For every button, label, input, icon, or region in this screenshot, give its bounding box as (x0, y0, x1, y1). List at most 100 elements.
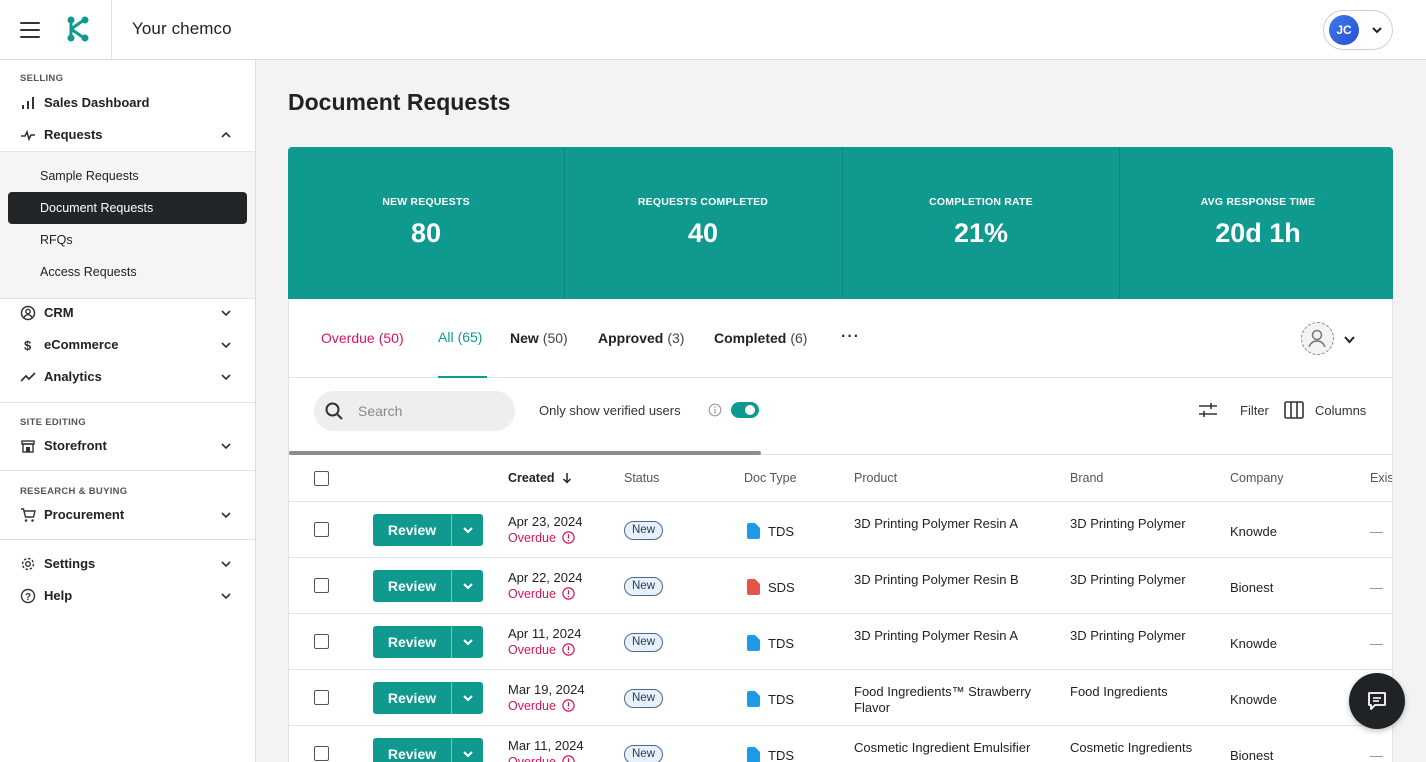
product-name[interactable]: 3D Printing Polymer Resin B (854, 572, 1044, 588)
stat-value: 20d 1h (1215, 218, 1301, 248)
sidebar-item-requests[interactable]: Requests (0, 120, 255, 150)
stat-completion-rate: COMPLETION RATE 21% (843, 147, 1119, 299)
row-checkbox[interactable] (314, 522, 329, 537)
product-name[interactable]: Cosmetic Ingredient Emulsifier (854, 740, 1044, 756)
created-date: Apr 22, 2024 (508, 570, 583, 585)
table-row[interactable]: Review Mar 11, 2024 Overdue New TDS Cosmetic … (289, 726, 1392, 762)
table-row[interactable]: Review Apr 23, 2024 Overdue New TDS 3D Printi… (289, 502, 1392, 558)
review-dropdown-button[interactable] (451, 626, 483, 658)
info-icon[interactable] (708, 403, 722, 417)
top-divider (111, 0, 112, 59)
tab-approved[interactable]: Approved (3) (598, 330, 684, 346)
sidebar-item-analytics[interactable]: Analytics (0, 362, 255, 392)
sidebar-item-sales-dashboard[interactable]: Sales Dashboard (0, 88, 255, 118)
review-button[interactable]: Review (373, 682, 451, 714)
select-all-checkbox[interactable] (314, 471, 329, 486)
sidebar-subitem-sample-requests[interactable]: Sample Requests (8, 160, 247, 192)
verified-users-toggle[interactable] (731, 402, 759, 418)
product-name[interactable]: 3D Printing Polymer Resin A (854, 628, 1044, 644)
section-label-research-buying: RESEARCH & BUYING (20, 486, 128, 497)
tab-completed[interactable]: Completed (6) (714, 330, 807, 346)
sidebar-item-settings[interactable]: Settings (0, 549, 255, 579)
row-checkbox[interactable] (314, 634, 329, 649)
chat-button[interactable] (1349, 673, 1405, 729)
top-bar: Your chemco JC (0, 0, 1426, 60)
sidebar-item-label: CRM (44, 305, 74, 320)
chevron-down-icon (463, 527, 473, 534)
review-button[interactable]: Review (373, 626, 451, 658)
review-dropdown-button[interactable] (451, 682, 483, 714)
search-input[interactable] (358, 401, 508, 421)
sidebar-item-label: Sales Dashboard (44, 95, 150, 110)
document-icon (747, 635, 760, 651)
company-name: Knowde (1230, 692, 1277, 707)
section-label-selling: SELLING (20, 73, 64, 84)
table-row[interactable]: Review Apr 22, 2024 Overdue New SDS 3D Printi… (289, 558, 1392, 614)
sidebar-item-help[interactable]: ? Help (0, 581, 255, 611)
subitem-label: Sample Requests (40, 169, 139, 183)
hamburger-menu-icon[interactable] (20, 22, 40, 38)
stat-label: NEW REQUESTS (382, 196, 470, 208)
overdue-label: Overdue (508, 643, 575, 657)
overdue-text: Overdue (508, 587, 556, 601)
tab-all[interactable]: All (65) (438, 329, 482, 345)
chevron-down-icon (221, 374, 231, 381)
column-header-company[interactable]: Company (1230, 471, 1284, 485)
sidebar-divider (0, 470, 255, 471)
tab-name: New (510, 330, 539, 346)
tab-count: (65) (457, 329, 483, 345)
more-tabs-button[interactable]: ··· (841, 328, 860, 346)
chevron-up-icon (221, 131, 231, 138)
alert-circle-icon (562, 531, 575, 544)
review-button[interactable]: Review (373, 514, 451, 546)
column-header-created[interactable]: Created (508, 471, 573, 485)
row-checkbox[interactable] (314, 690, 329, 705)
row-checkbox[interactable] (314, 578, 329, 593)
column-header-product[interactable]: Product (854, 471, 897, 485)
chevron-down-icon (221, 443, 231, 450)
sidebar-item-procurement[interactable]: Procurement (0, 500, 255, 530)
sidebar-item-ecommerce[interactable]: $ eCommerce (0, 330, 255, 360)
search-icon (325, 402, 343, 420)
review-button[interactable]: Review (373, 570, 451, 602)
stat-new-requests: NEW REQUESTS 80 (288, 147, 564, 299)
column-header-doc-type[interactable]: Doc Type (744, 471, 797, 485)
table-row[interactable]: Review Apr 11, 2024 Overdue New TDS 3D Printi… (289, 614, 1392, 670)
tab-name: Approved (598, 330, 664, 346)
review-split-button: Review (373, 738, 483, 762)
review-dropdown-button[interactable] (451, 570, 483, 602)
column-header-status[interactable]: Status (624, 471, 659, 485)
requests-icon (21, 129, 35, 142)
product-name[interactable]: Food Ingredients™ Strawberry Flavor (854, 684, 1044, 716)
search-box[interactable] (314, 391, 515, 431)
assignee-filter[interactable] (1301, 322, 1361, 356)
sidebar-subitem-document-requests[interactable]: Document Requests (8, 192, 247, 224)
table-row[interactable]: Review Mar 19, 2024 Overdue New TDS Food Ingr… (289, 670, 1392, 726)
stat-value: 40 (687, 218, 719, 248)
chevron-down-icon (463, 695, 473, 702)
tab-new[interactable]: New (50) (510, 330, 568, 346)
user-menu-button[interactable]: JC (1323, 10, 1393, 50)
overdue-label: Overdue (508, 531, 575, 545)
tab-overdue[interactable]: Overdue (50) (321, 330, 404, 346)
row-checkbox[interactable] (314, 746, 329, 761)
logo-icon[interactable] (64, 15, 92, 43)
sidebar-subitem-rfqs[interactable]: RFQs (8, 224, 247, 256)
doc-type: SDS (768, 580, 795, 595)
review-button[interactable]: Review (373, 738, 451, 762)
column-header-brand[interactable]: Brand (1070, 471, 1103, 485)
review-dropdown-button[interactable] (451, 514, 483, 546)
gear-icon (21, 557, 35, 571)
status-badge: New (624, 689, 664, 708)
review-dropdown-button[interactable] (451, 738, 483, 762)
sidebar-item-storefront[interactable]: Storefront (0, 431, 255, 461)
stat-avg-response-time: AVG RESPONSE TIME 20d 1h (1120, 147, 1396, 299)
product-name[interactable]: 3D Printing Polymer Resin A (854, 516, 1044, 532)
sidebar-subitem-access-requests[interactable]: Access Requests (8, 256, 247, 288)
chat-icon (1368, 692, 1386, 710)
storefront-icon (21, 440, 35, 453)
column-header-existing[interactable]: Exis (1370, 471, 1392, 485)
status-badge: New (624, 745, 664, 762)
sidebar-item-crm[interactable]: CRM (0, 298, 255, 328)
document-icon (747, 747, 760, 762)
